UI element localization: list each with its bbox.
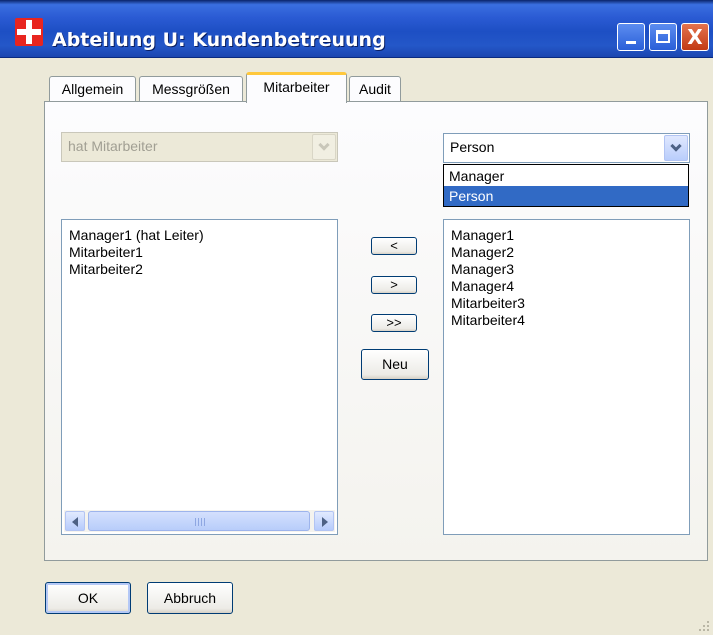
list-item[interactable]: Manager2 <box>451 244 514 261</box>
minimize-button[interactable] <box>617 23 645 51</box>
maximize-button[interactable] <box>649 23 677 51</box>
minimize-icon <box>626 41 636 44</box>
resize-grip-icon[interactable] <box>697 619 711 633</box>
dropdown-option-manager[interactable]: Manager <box>444 166 688 186</box>
tab-allgemein[interactable]: Allgemein <box>49 76 136 102</box>
list-item[interactable]: Mitarbeiter3 <box>451 295 525 312</box>
window-title: Abteilung U: Kundenbetreuung <box>52 29 386 51</box>
close-icon: X <box>687 25 703 49</box>
relation-combo-value: hat Mitarbeiter <box>68 138 158 154</box>
move-right-button[interactable]: > <box>371 276 417 294</box>
red-cross-icon <box>15 18 43 46</box>
title-bar[interactable]: Abteilung U: Kundenbetreuung X <box>0 0 713 58</box>
available-list[interactable]: Manager1 Manager2 Manager3 Manager4 Mita… <box>443 219 690 535</box>
move-left-button[interactable]: < <box>371 237 417 255</box>
type-combo[interactable]: Person <box>443 133 690 163</box>
maximize-icon <box>656 30 670 43</box>
arrow-left-icon[interactable] <box>65 511 85 531</box>
list-item[interactable]: Mitarbeiter1 <box>69 244 143 261</box>
list-item[interactable]: Mitarbeiter2 <box>69 261 143 278</box>
close-button[interactable]: X <box>681 23 709 51</box>
type-combo-dropdown: Manager Person <box>443 164 689 207</box>
type-combo-value: Person <box>450 139 495 155</box>
cancel-button[interactable]: Abbruch <box>147 582 233 614</box>
chevron-down-icon[interactable] <box>312 134 336 160</box>
horizontal-scrollbar[interactable] <box>64 510 335 532</box>
chevron-down-icon[interactable] <box>664 135 688 161</box>
dropdown-option-person[interactable]: Person <box>444 186 688 206</box>
list-item[interactable]: Manager1 (hat Leiter) <box>69 227 204 244</box>
list-item[interactable]: Manager3 <box>451 261 514 278</box>
tab-audit[interactable]: Audit <box>349 76 401 102</box>
list-item[interactable]: Manager1 <box>451 227 514 244</box>
dialog-window: Abteilung U: Kundenbetreuung X Allgemein… <box>0 0 713 635</box>
new-button[interactable]: Neu <box>361 349 429 380</box>
list-item[interactable]: Mitarbeiter4 <box>451 312 525 329</box>
tab-messgroessen[interactable]: Messgrößen <box>139 76 243 102</box>
list-item[interactable]: Manager4 <box>451 278 514 295</box>
scrollbar-thumb[interactable] <box>88 511 310 531</box>
tab-mitarbeiter[interactable]: Mitarbeiter <box>246 72 347 103</box>
relation-combo[interactable]: hat Mitarbeiter <box>61 132 338 162</box>
move-all-right-button[interactable]: >> <box>371 314 417 332</box>
assigned-list[interactable]: Manager1 (hat Leiter) Mitarbeiter1 Mitar… <box>61 219 338 535</box>
arrow-right-icon[interactable] <box>314 511 334 531</box>
ok-button[interactable]: OK <box>45 582 131 614</box>
